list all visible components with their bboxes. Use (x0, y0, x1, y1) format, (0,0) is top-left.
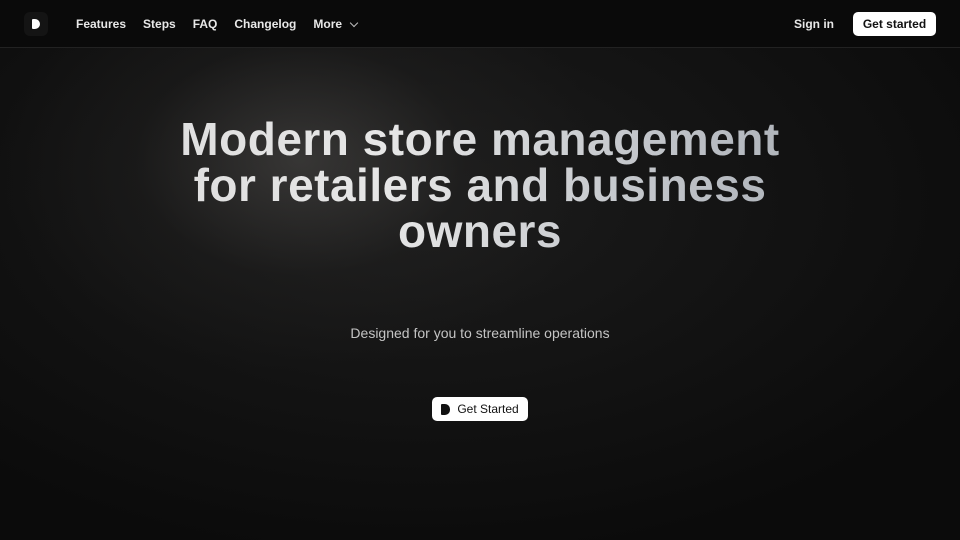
chevron-down-icon (349, 18, 359, 27)
primary-nav: Features Steps FAQ Changelog More (76, 0, 374, 48)
nav-dropdown-more-label: More (313, 17, 343, 31)
hero-title-line-2: for retailers and business (193, 159, 767, 211)
nav-dropdown-more[interactable]: More (313, 17, 359, 31)
hero-title-line-1: Modern store management (180, 113, 780, 165)
brand-logo[interactable] (24, 12, 48, 36)
nav-link-steps[interactable]: Steps (143, 17, 176, 31)
top-navbar: Features Steps FAQ Changelog More Sign i… (0, 0, 960, 48)
hero-subtitle: Designed for you to streamline operation… (350, 325, 610, 341)
get-started-cta-button[interactable]: Get Started (432, 397, 528, 421)
nav-link-features[interactable]: Features (76, 17, 126, 31)
brand-d-logo-icon (441, 403, 451, 415)
hero-title-line-3: owners (397, 205, 563, 257)
cta-button-label: Get Started (457, 402, 519, 416)
brand-d-logo-icon (32, 19, 40, 29)
nav-link-changelog[interactable]: Changelog (234, 17, 296, 31)
get-started-nav-button[interactable]: Get started (853, 12, 936, 36)
nav-link-faq[interactable]: FAQ (193, 17, 218, 31)
hero-title: Modern store management for retailers an… (0, 116, 960, 254)
landing-page: Features Steps FAQ Changelog More Sign i… (0, 0, 960, 540)
sign-in-link[interactable]: Sign in (794, 0, 834, 48)
